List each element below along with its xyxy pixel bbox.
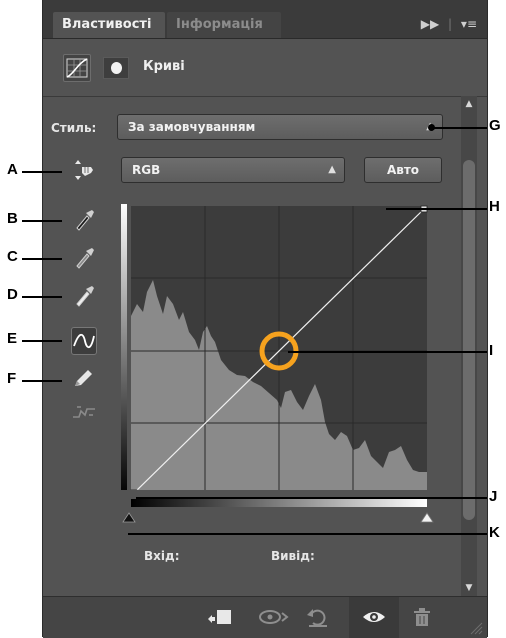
panel-bottom-bar — [43, 596, 487, 638]
panel-menu-icon[interactable]: ▾≡ — [461, 17, 477, 31]
scroll-thumb[interactable] — [463, 160, 475, 520]
reset-icon[interactable] — [305, 607, 331, 627]
styles-label: Стиль: — [51, 121, 97, 135]
callout-k: K — [489, 524, 500, 541]
callout-c-line — [22, 258, 62, 260]
callout-g-dot — [428, 124, 435, 131]
white-point-slider[interactable] — [420, 512, 434, 523]
channel-select-value: RGB — [132, 163, 161, 177]
pencil-draw-icon[interactable] — [71, 366, 97, 390]
input-label: Вхід: — [144, 549, 180, 563]
callout-f-line — [22, 380, 62, 382]
auto-button[interactable]: Авто — [364, 157, 442, 183]
smooth-curve-icon — [71, 401, 97, 425]
layer-mask-icon[interactable] — [103, 57, 129, 79]
callout-i-line — [288, 351, 487, 353]
callout-e: E — [7, 330, 18, 347]
callout-i: I — [489, 342, 494, 359]
visibility-eye-icon[interactable] — [361, 607, 387, 627]
tab-properties[interactable]: Властивості — [53, 12, 165, 38]
callout-a-line — [22, 171, 62, 173]
black-point-eyedropper-icon[interactable] — [71, 207, 97, 231]
channel-select[interactable]: RGB ▲ — [121, 157, 345, 183]
panel-scrollbar[interactable]: ▲ ▼ — [461, 96, 477, 596]
white-point-eyedropper-icon[interactable] — [71, 283, 97, 307]
callout-h-line — [386, 208, 487, 210]
gray-point-eyedropper-icon[interactable] — [71, 245, 97, 269]
tab-divider: | — [448, 17, 453, 31]
adjustment-header: Криві — [43, 38, 487, 97]
output-gradient-bar — [121, 204, 127, 496]
callout-g: G — [489, 117, 501, 134]
curves-graph[interactable] — [121, 200, 431, 497]
output-label: Вивід: — [271, 549, 315, 563]
updown-arrows-icon: ▲ — [328, 164, 336, 175]
panel-controls: ▶▶ | ▾≡ — [421, 17, 477, 31]
callout-a: A — [7, 161, 18, 178]
callout-c: C — [7, 248, 18, 265]
tab-info[interactable]: Інформація — [167, 12, 281, 38]
resize-grip-icon[interactable] — [469, 621, 483, 635]
input-sliders[interactable] — [121, 510, 441, 524]
callout-k-line — [128, 533, 487, 535]
callout-e-line — [22, 340, 62, 342]
adjustment-title: Криві — [143, 59, 185, 74]
delete-trash-icon[interactable] — [411, 607, 433, 627]
scroll-up-arrow-icon[interactable]: ▲ — [461, 96, 477, 112]
callout-d-line — [22, 296, 62, 298]
preset-select[interactable]: За замовчуванням ▲ — [117, 114, 443, 140]
callout-b: B — [7, 210, 18, 227]
callout-j: J — [489, 488, 498, 505]
on-image-adjust-icon[interactable] — [71, 158, 97, 182]
callout-h: H — [489, 198, 500, 215]
view-previous-state-icon[interactable] — [256, 607, 290, 627]
callout-g-line — [432, 127, 487, 129]
callout-j-line — [136, 497, 487, 499]
scroll-down-arrow-icon[interactable]: ▼ — [461, 580, 477, 596]
double-chevron-icon[interactable]: ▶▶ — [421, 17, 439, 31]
callout-d: D — [7, 286, 18, 303]
black-point-slider[interactable] — [122, 512, 136, 523]
callout-b-line — [22, 220, 62, 222]
curves-adjustment-icon[interactable] — [63, 54, 91, 82]
clip-to-layer-icon[interactable] — [206, 607, 234, 627]
preset-select-value: За замовчуванням — [128, 120, 256, 134]
callout-f: F — [7, 370, 17, 387]
curve-point-tool-icon[interactable] — [71, 327, 97, 355]
properties-panel: Властивості Інформація ▶▶ | ▾≡ Криві Сти… — [42, 0, 488, 638]
panel-tabbar: Властивості Інформація ▶▶ | ▾≡ — [43, 0, 487, 39]
input-gradient-bar — [131, 499, 427, 507]
